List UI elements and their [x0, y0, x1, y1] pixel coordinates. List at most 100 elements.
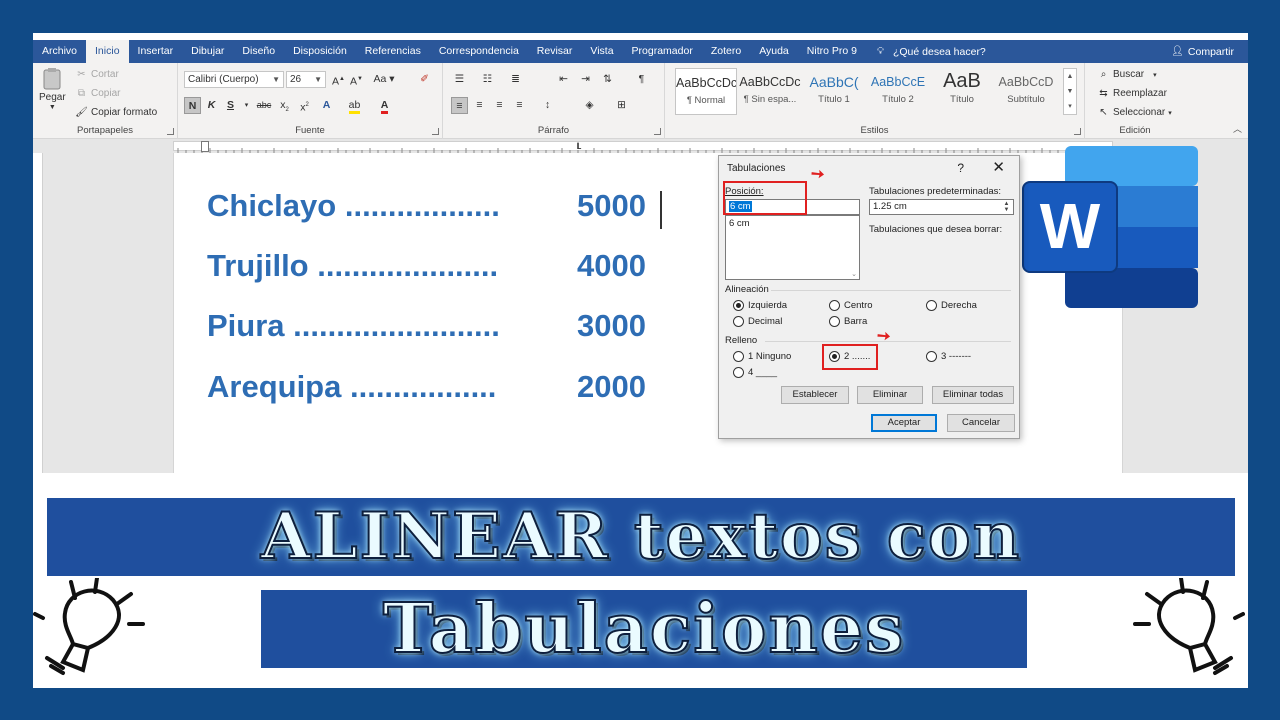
- leader-dashes-radio[interactable]: 3 -------: [926, 351, 971, 362]
- borders-icon[interactable]: ⊞: [613, 97, 630, 114]
- font-family-select[interactable]: Calibri (Cuerpo) ▼: [184, 71, 284, 88]
- tab-ayuda[interactable]: Ayuda: [750, 40, 798, 63]
- paste-label: Pegar: [39, 92, 66, 103]
- decrease-indent-icon[interactable]: ⇤: [555, 71, 572, 88]
- underline-button[interactable]: S: [222, 97, 239, 114]
- styles-launcher[interactable]: [1074, 128, 1081, 135]
- font-launcher[interactable]: [432, 128, 439, 135]
- tab-zotero[interactable]: Zotero: [702, 40, 750, 63]
- style-subtitle[interactable]: AaBbCcD Subtítulo: [995, 68, 1057, 115]
- set-button[interactable]: Establecer: [781, 386, 849, 404]
- radio-dot: [733, 300, 744, 311]
- clipboard-launcher[interactable]: [167, 128, 174, 135]
- superscript-button[interactable]: x2: [296, 97, 313, 114]
- tab-insertar[interactable]: Insertar: [129, 40, 183, 63]
- line-spacing-icon[interactable]: ↕: [539, 97, 556, 114]
- multilevel-list-icon[interactable]: ≣: [507, 71, 524, 88]
- leader-none-radio[interactable]: 1 Ninguno: [733, 351, 791, 362]
- tab-archivo[interactable]: Archivo: [33, 40, 86, 63]
- city-value: 5000: [577, 188, 646, 223]
- align-bar-radio[interactable]: Barra: [829, 316, 867, 327]
- style-normal[interactable]: AaBbCcDc ¶ Normal: [675, 68, 737, 115]
- tab-correspondencia[interactable]: Correspondencia: [430, 40, 528, 63]
- tab-referencias[interactable]: Referencias: [356, 40, 430, 63]
- paragraph-launcher[interactable]: [654, 128, 661, 135]
- justify-icon[interactable]: ≡: [511, 97, 528, 114]
- numbering-icon[interactable]: ☷: [479, 71, 496, 88]
- indent-marker[interactable]: [201, 141, 209, 152]
- spinner-icon[interactable]: ▲ ▼: [1001, 201, 1012, 213]
- align-right-icon[interactable]: ≡: [491, 97, 508, 114]
- tab-inicio[interactable]: Inicio: [86, 40, 129, 63]
- lightbulb-icon: 💡︎: [876, 46, 884, 57]
- group-clipboard: Pegar ▼ ✂ Cortar ⧉ Copiar 🖌︎ Copiar formato…: [33, 63, 178, 139]
- replace-button[interactable]: ⇆ Reemplazar: [1097, 87, 1167, 100]
- radio-dot: [733, 316, 744, 327]
- style-no-spacing[interactable]: AaBbCcDc ¶ Sin espa...: [739, 68, 801, 115]
- highlight-color-icon[interactable]: ab: [346, 97, 363, 114]
- style-preview: AaBbCcE: [870, 75, 926, 89]
- radio-label: Decimal: [748, 316, 783, 327]
- list-item[interactable]: 6 cm: [729, 218, 856, 229]
- style-title[interactable]: AaB Título: [931, 68, 993, 115]
- close-icon[interactable]: ✕: [992, 158, 1005, 176]
- grow-font-button[interactable]: A▲: [330, 71, 347, 88]
- select-button[interactable]: ↖ Seleccionar ▾: [1097, 106, 1171, 119]
- clear-button[interactable]: Eliminar: [857, 386, 923, 404]
- tab-dibujar[interactable]: Dibujar: [182, 40, 233, 63]
- chevron-down-icon[interactable]: ⌄: [851, 270, 857, 278]
- copy-button[interactable]: ⧉ Copiar: [75, 87, 121, 100]
- copy-icon: ⧉: [77, 88, 86, 99]
- sort-icon[interactable]: ⇅: [599, 71, 616, 88]
- ok-button[interactable]: Aceptar: [871, 414, 937, 432]
- align-right-radio[interactable]: Derecha: [926, 300, 977, 311]
- bold-button[interactable]: N: [184, 97, 201, 114]
- radio-dot: [926, 300, 937, 311]
- clear-all-button[interactable]: Eliminar todas: [932, 386, 1014, 404]
- share-button[interactable]: 👤︎ Compartir: [1171, 45, 1234, 58]
- doc-line-arequipa: Arequipa ................. 2000: [207, 369, 646, 405]
- styles-scroll[interactable]: ▲ ▼ ▾: [1063, 68, 1077, 115]
- position-list[interactable]: 6 cm ⌄: [725, 215, 860, 280]
- tab-nitro[interactable]: Nitro Pro 9: [798, 40, 866, 63]
- change-case-button[interactable]: Aa ▾: [370, 71, 398, 88]
- leader-line-radio[interactable]: 4 ____: [733, 367, 777, 378]
- increase-indent-icon[interactable]: ⇥: [577, 71, 594, 88]
- align-left-icon[interactable]: ≡: [451, 97, 468, 114]
- italic-button[interactable]: K: [203, 97, 220, 114]
- clear-format-icon[interactable]: ✐: [416, 71, 433, 88]
- format-painter-button[interactable]: 🖌︎ Copiar formato: [75, 106, 157, 119]
- align-decimal-radio[interactable]: Decimal: [733, 316, 782, 327]
- tab-programador[interactable]: Programador: [623, 40, 702, 63]
- paste-button[interactable]: Pegar ▼: [39, 67, 66, 111]
- find-button[interactable]: ⌕ Buscar ▾: [1097, 68, 1157, 81]
- align-center-icon[interactable]: ≡: [471, 97, 488, 114]
- pilcrow-icon[interactable]: ¶: [633, 71, 650, 88]
- collapse-ribbon-icon[interactable]: ︿: [1233, 122, 1242, 135]
- align-left-radio[interactable]: Izquierda: [733, 300, 787, 311]
- shading-icon[interactable]: ◈: [581, 97, 598, 114]
- style-heading-2[interactable]: AaBbCcE Título 2: [867, 68, 929, 115]
- tab-disposicion[interactable]: Disposición: [284, 40, 356, 63]
- tell-me-box[interactable]: 💡︎ ¿Qué desea hacer?: [874, 45, 986, 58]
- align-center-radio[interactable]: Centro: [829, 300, 873, 311]
- help-icon[interactable]: ?: [957, 161, 964, 175]
- ruler-track: [173, 141, 1113, 153]
- style-heading-1[interactable]: AaBbC(Título 1: [803, 68, 865, 115]
- text-cursor: [660, 191, 662, 229]
- cut-button[interactable]: ✂ Cortar: [75, 68, 119, 81]
- default-tabs-input[interactable]: 1.25 cm ▲ ▼: [869, 199, 1014, 215]
- subscript-button[interactable]: x2: [276, 97, 293, 114]
- shrink-font-button[interactable]: A▼: [348, 71, 365, 88]
- tab-diseno[interactable]: Diseño: [233, 40, 284, 63]
- tab-revisar[interactable]: Revisar: [528, 40, 582, 63]
- strikethrough-button[interactable]: abc: [253, 97, 275, 114]
- tab-vista[interactable]: Vista: [581, 40, 622, 63]
- font-size-select[interactable]: 26 ▼: [286, 71, 326, 88]
- logo-band-1: [1065, 146, 1198, 186]
- font-color-icon[interactable]: A: [376, 97, 393, 114]
- copy-label: Copiar: [91, 88, 121, 99]
- text-effects-icon[interactable]: A: [318, 97, 335, 114]
- bullets-icon[interactable]: ☰: [451, 71, 468, 88]
- cancel-button[interactable]: Cancelar: [947, 414, 1015, 432]
